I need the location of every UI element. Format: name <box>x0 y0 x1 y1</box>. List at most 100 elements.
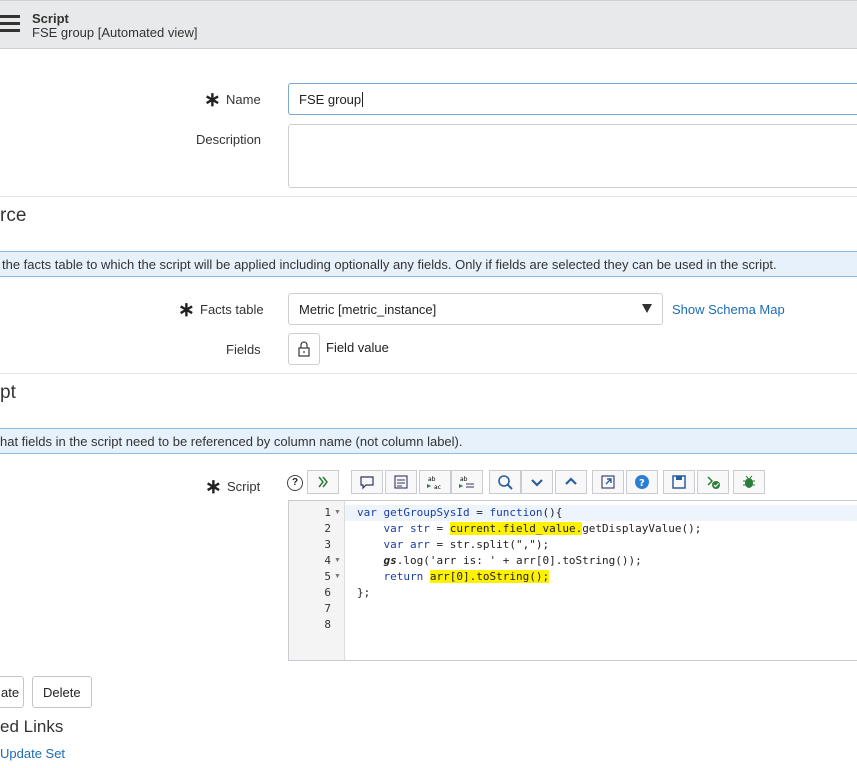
fold-arrow-icon[interactable]: ▼ <box>334 509 341 516</box>
code-token: = <box>429 522 450 535</box>
save-icon <box>672 475 686 489</box>
script-editor[interactable]: 1 ▼ 2 3 4 ▼ 5 ▼ 6 7 8 var getGroupSysId = function… <box>288 500 857 661</box>
line-number: 7 <box>324 602 331 615</box>
text-cursor <box>362 92 364 107</box>
highlighted-code: current.field_value. <box>449 522 583 535</box>
fields-value: Field value <box>326 340 389 355</box>
line-number: 1 <box>324 506 331 519</box>
show-schema-map-link[interactable]: Show Schema Map <box>672 302 785 317</box>
script-info-banner: hat fields in the script need to be refe… <box>0 428 857 454</box>
script-help-button[interactable]: ? <box>626 470 658 494</box>
line-number: 5 <box>324 570 331 583</box>
code-line: var getGroupSysId = function(){ <box>357 506 562 519</box>
format-code-button[interactable] <box>385 470 417 494</box>
help-icon[interactable]: ? <box>287 475 303 491</box>
facts-table-value: Metric [metric_instance] <box>299 302 437 317</box>
code-token: arr <box>409 538 430 551</box>
line-number: 6 <box>324 586 331 599</box>
syntax-check-icon <box>707 476 720 489</box>
search-button[interactable] <box>489 470 521 494</box>
script-section-title: pt <box>0 382 16 403</box>
question-circle-icon: ? <box>635 475 649 489</box>
update-set-link[interactable]: Update Set <box>0 746 65 761</box>
save-script-button[interactable] <box>663 470 695 494</box>
code-token: str <box>409 522 430 535</box>
fields-label: Fields <box>226 342 261 357</box>
source-section-title: rce <box>0 205 27 226</box>
name-input[interactable]: FSE group <box>288 83 857 115</box>
header-subtitle: FSE group [Automated view] <box>32 25 198 40</box>
form-header: Script FSE group [Automated view] <box>0 0 857 49</box>
svg-text:ab: ab <box>460 476 468 483</box>
svg-text:ac: ac <box>434 484 441 491</box>
code-line: var str = current.field_value.getDisplay… <box>357 522 701 535</box>
replace-all-button[interactable]: ab <box>451 470 483 494</box>
code-token: getDisplayValue(); <box>582 522 702 535</box>
code-line: }; <box>357 586 370 599</box>
section-divider <box>0 196 857 197</box>
related-links-title: ed Links <box>0 717 64 736</box>
code-token: function <box>489 506 543 519</box>
replace-button[interactable]: ab ac <box>419 470 451 494</box>
code-token: .log('arr is: ' + arr[0].toString()); <box>396 554 642 567</box>
description-textarea[interactable] <box>288 124 857 188</box>
line-number: 8 <box>324 618 331 631</box>
syntax-toggle-icon <box>318 476 328 488</box>
lock-icon <box>298 341 310 357</box>
chevron-down-icon <box>642 304 652 313</box>
name-input-value: FSE group <box>299 92 362 107</box>
code-line: return arr[0].toString(); <box>357 570 550 583</box>
code-line: var arr = str.split(","); <box>357 538 549 551</box>
chevron-up-icon <box>565 477 577 485</box>
bug-icon <box>743 475 755 488</box>
search-icon <box>498 475 513 490</box>
required-asterisk-icon: ∗ <box>205 476 222 498</box>
find-next-button[interactable] <box>521 470 553 494</box>
check-syntax-button[interactable] <box>697 470 729 494</box>
facts-table-label: Facts table <box>200 302 264 317</box>
description-label: Description <box>196 132 262 147</box>
find-previous-button[interactable] <box>555 470 587 494</box>
required-asterisk-icon: ∗ <box>178 299 195 321</box>
replace-all-icon: ab <box>459 476 474 488</box>
line-number: 3 <box>324 538 331 551</box>
code-token: (){ <box>542 506 563 519</box>
section-divider <box>0 373 857 374</box>
code-token: var <box>357 522 410 535</box>
source-info-banner: the facts table to which the script will… <box>0 251 857 277</box>
code-token: = <box>469 506 490 519</box>
header-title: Script <box>32 11 69 26</box>
replace-icon: abac <box>427 476 441 491</box>
highlighted-code: arr[0].toString(); <box>429 570 550 583</box>
svg-text:ab: ab <box>428 476 436 483</box>
name-label: Name <box>226 92 261 107</box>
code-token: gs <box>357 554 397 567</box>
fields-lock-button[interactable] <box>288 333 320 365</box>
required-asterisk-icon: ∗ <box>204 89 221 111</box>
code-token: var <box>357 506 384 519</box>
line-number: 4 <box>324 554 331 567</box>
fold-arrow-icon[interactable]: ▼ <box>334 573 341 580</box>
facts-table-select[interactable]: Metric [metric_instance] <box>288 293 663 325</box>
chevron-down-icon <box>531 479 543 487</box>
toggle-syntax-button[interactable] <box>307 470 339 494</box>
format-icon <box>394 475 408 489</box>
code-line: gs.log('arr is: ' + arr[0].toString()); <box>357 554 642 567</box>
expand-icon <box>601 475 615 489</box>
line-number: 2 <box>324 522 331 535</box>
script-label: Script <box>227 479 261 494</box>
svg-text:?: ? <box>639 478 645 489</box>
code-token: return <box>357 570 430 583</box>
fullscreen-button[interactable] <box>592 470 624 494</box>
update-button[interactable]: ate <box>0 676 24 708</box>
code-token: getGroupSysId <box>383 506 470 519</box>
code-token: = str.split(","); <box>429 538 550 551</box>
fold-arrow-icon[interactable]: ▼ <box>334 557 341 564</box>
comment-icon <box>360 476 374 490</box>
code-token: var <box>357 538 410 551</box>
hamburger-menu-icon[interactable] <box>0 15 20 33</box>
debug-button[interactable] <box>733 470 765 494</box>
comment-button[interactable] <box>351 470 383 494</box>
delete-button[interactable]: Delete <box>32 676 92 708</box>
code-token: }; <box>357 586 371 599</box>
